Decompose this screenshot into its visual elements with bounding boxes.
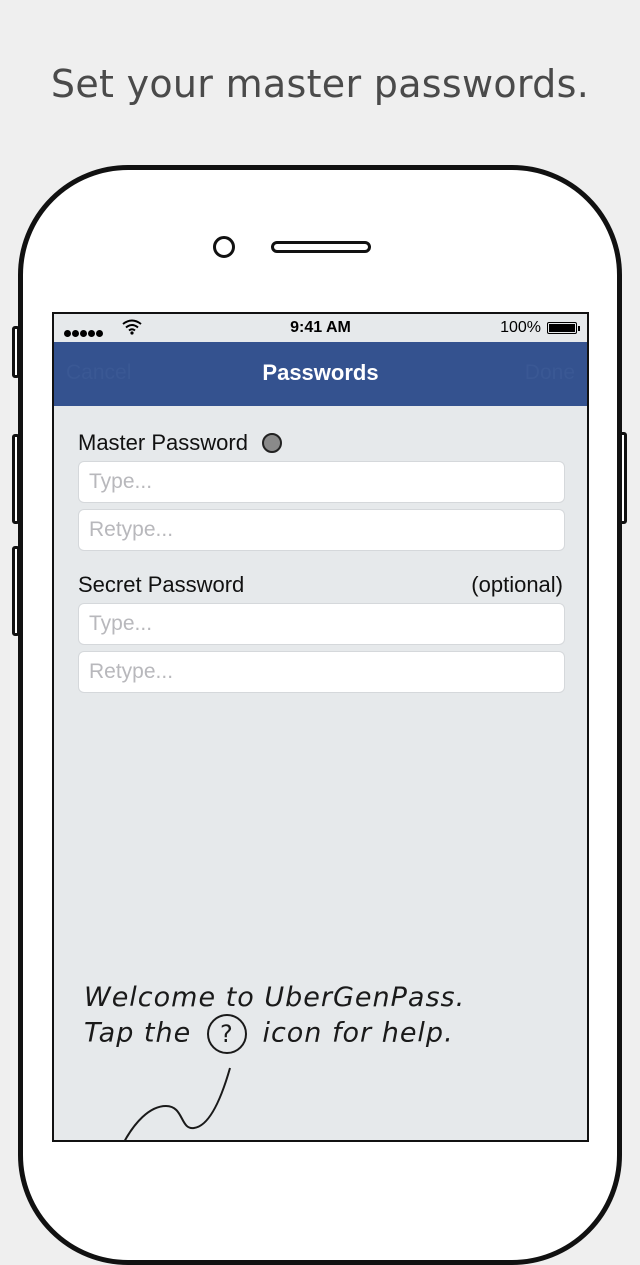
secret-password-label: Secret Password — [78, 572, 245, 597]
hint-text-after: icon for help. — [262, 1017, 454, 1049]
welcome-hint-line2: Tap the ? icon for help. — [84, 1014, 454, 1054]
password-status-indicator-icon — [261, 433, 282, 453]
help-icon: ? — [206, 1014, 247, 1054]
phone-speaker — [271, 241, 371, 253]
battery-percent: 100% — [500, 319, 541, 336]
status-bar: 9:41 AM 100% — [54, 314, 587, 342]
app-screen: 9:41 AM 100% Cancel Passwords Done Maste… — [52, 312, 589, 1142]
master-password-input[interactable] — [78, 461, 565, 503]
secret-password-retype-input[interactable] — [78, 651, 565, 693]
phone-camera — [213, 236, 235, 258]
secret-password-input[interactable] — [78, 603, 565, 645]
battery-tip — [578, 326, 580, 331]
done-button[interactable]: Done — [525, 361, 575, 385]
hint-arrow-squiggle — [124, 1067, 231, 1140]
master-password-retype-input[interactable] — [78, 509, 565, 551]
navigation-bar: Cancel Passwords Done — [54, 342, 587, 406]
hint-text-before: Tap the — [84, 1017, 192, 1049]
welcome-hint-line1: Welcome to UberGenPass. — [84, 982, 466, 1013]
headline: Set your master passwords. — [50, 62, 590, 106]
master-password-label: Master Password — [78, 430, 282, 456]
nav-title: Passwords — [262, 360, 379, 385]
optional-label: (optional) — [471, 572, 563, 597]
master-password-label-text: Master Password — [78, 430, 248, 455]
battery-icon — [547, 322, 577, 334]
